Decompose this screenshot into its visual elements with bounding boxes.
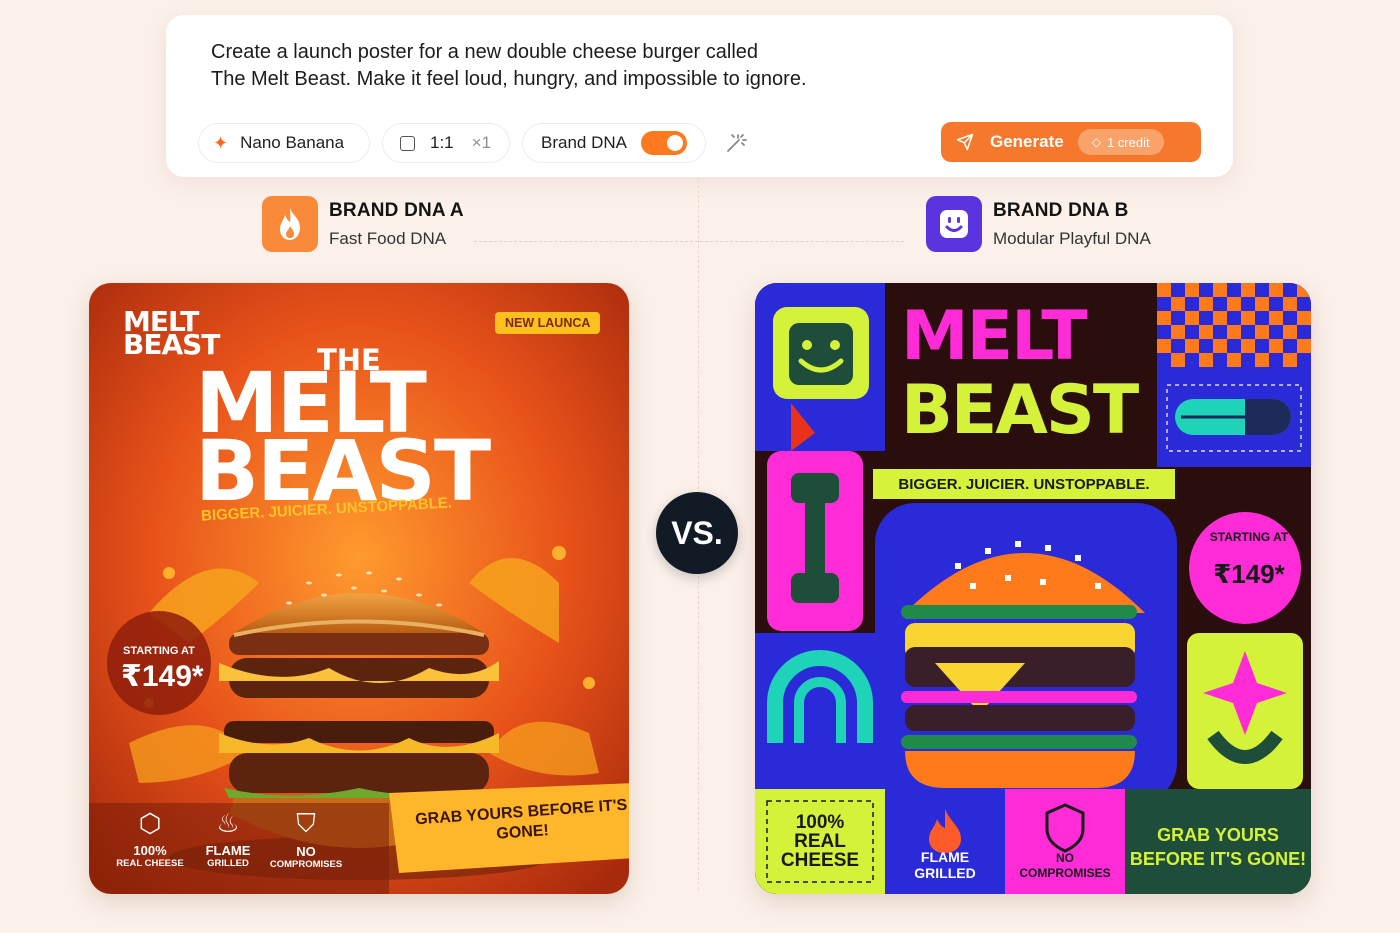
poster-b[interactable]: MELT BEAST BIGGER. JUICIER. UNSTOPPABLE.… (755, 283, 1311, 894)
feature-line: REAL (794, 831, 846, 852)
credit-label: 1 credit (1106, 134, 1150, 150)
aspect-square-icon (400, 135, 415, 151)
ratio-selector[interactable]: 1:1 ×1 (382, 123, 510, 163)
feature-line: 100% (795, 812, 845, 833)
vs-badge: VS. (656, 492, 738, 574)
generate-button[interactable]: Generate ◇ 1 credit (941, 122, 1201, 162)
poster-b-feature-cheese: 100% REAL CHEESE (755, 813, 885, 870)
brand-b-title: BRAND DNA B (993, 199, 1129, 221)
brand-dna-toggle[interactable] (640, 131, 687, 155)
brand-b-header: BRAND DNA B Modular Playful DNA (926, 196, 1151, 252)
poster-a-price: ₹149* (121, 660, 204, 693)
ratio-label: 1:1 (430, 133, 454, 152)
feature-small: REAL CHEESE (116, 858, 184, 869)
model-selector[interactable]: ✦ Nano Banana (198, 123, 370, 163)
poster-b-beast: BEAST (901, 371, 1139, 450)
poster-b-starting-at: STARTING AT (1209, 530, 1289, 544)
feature-real-cheese: ⬡ 100% REAL CHEESE (111, 808, 189, 869)
feature-big: 100% (133, 843, 167, 858)
brand-dna-chip: Brand DNA (522, 123, 706, 163)
flame-icon: ♨ (216, 808, 240, 838)
cta-line-2: BEFORE IT'S GONE! (1129, 849, 1307, 869)
generate-label: Generate (990, 132, 1064, 151)
feature-no-compromises: ⛉ NO COMPROMISES (265, 808, 347, 870)
sparkle-icon: ✦ (213, 132, 229, 153)
magic-wand-icon[interactable] (724, 131, 748, 155)
poster-b-cta: GRAB YOURS BEFORE IT'S GONE! (1125, 823, 1311, 871)
prompt-card: Create a launch poster for a new double … (166, 15, 1233, 177)
new-launch-badge: NEW LAUNCA (495, 312, 601, 334)
flame-icon (262, 196, 318, 252)
feature-big: FLAME (205, 843, 251, 858)
smiley-icon (926, 196, 982, 252)
feature-line: NO (1056, 851, 1074, 865)
feature-line: COMPROMISES (1019, 866, 1111, 880)
poster-b-tagline: BIGGER. JUICIER. UNSTOPPABLE. (873, 469, 1175, 499)
brand-b-subtitle: Modular Playful DNA (993, 228, 1151, 248)
send-icon (956, 133, 974, 151)
brand-a-header: BRAND DNA A Fast Food DNA (262, 196, 464, 252)
credit-badge: ◇ 1 credit (1077, 129, 1164, 155)
cta-line-1: GRAB YOURS (1157, 825, 1279, 845)
toggle-knob (666, 135, 683, 151)
gem-icon: ◇ (1091, 135, 1101, 149)
feature-small: GRILLED (207, 858, 249, 869)
poster-a-starting-at: STARTING AT (123, 645, 195, 657)
feature-line: GRILLED (914, 865, 976, 881)
feature-flame-grilled: ♨ FLAME GRILLED (197, 808, 259, 869)
cheese-icon: ⬡ (138, 808, 162, 838)
brand-dna-label: Brand DNA (541, 133, 627, 152)
brand-connector-line (474, 241, 904, 242)
brand-a-title: BRAND DNA A (329, 199, 464, 221)
model-label: Nano Banana (240, 133, 345, 152)
poster-b-melt: MELT (901, 297, 1088, 376)
feature-big: NO (296, 844, 316, 859)
count-label: ×1 (471, 133, 492, 152)
poster-b-price: ₹149* (1213, 559, 1285, 589)
brand-a-subtitle: Fast Food DNA (329, 228, 447, 248)
prompt-input[interactable]: Create a launch poster for a new double … (211, 39, 971, 93)
poster-b-feature-compromises: NO COMPROMISES (1005, 851, 1125, 881)
shield-icon: ⛉ (296, 808, 316, 838)
feature-line: CHEESE (780, 850, 860, 871)
prompt-line-2: The Melt Beast. Make it feel loud, hungr… (211, 68, 807, 90)
feature-line: FLAME (920, 849, 970, 865)
feature-small: COMPROMISES (269, 859, 343, 870)
poster-a[interactable]: MELT BEAST NEW LAUNCA THE MELT BEAST BIG… (89, 283, 629, 894)
poster-b-feature-flame: FLAME GRILLED (885, 849, 1005, 881)
prompt-line-1: Create a launch poster for a new double … (211, 41, 759, 63)
